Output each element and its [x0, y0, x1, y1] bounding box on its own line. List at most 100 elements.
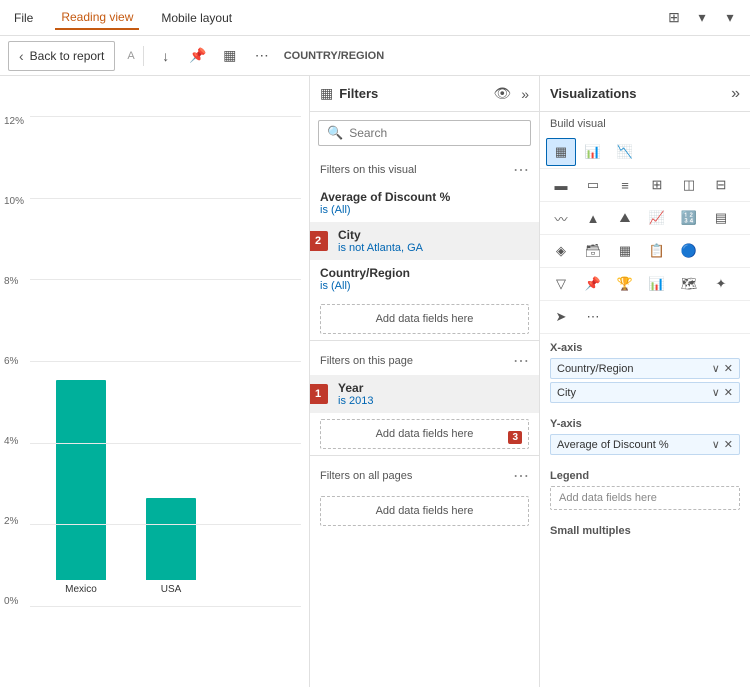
toolbar-more-icon[interactable]: ⋯ [248, 42, 276, 70]
viz-icon-2-6[interactable]: ⊟ [706, 171, 736, 199]
viz-expand-icon[interactable]: » [731, 85, 740, 103]
viz-icon-2-5[interactable]: ◫ [674, 171, 704, 199]
y-axis-labels: 0% 2% 4% 6% 8% 10% 12% [4, 116, 24, 607]
viz-icon-chart3[interactable]: 📉 [610, 138, 640, 166]
page-filters-label: Filters on this page ⋯ [310, 345, 539, 375]
viz-icons-row-5: ▽ 📌 🏆 📊 🗺 ✦ [540, 268, 750, 301]
chart-bars: Mexico USA [56, 84, 301, 619]
y-field-discount: Average of Discount % ∨ ✕ [550, 434, 740, 455]
menu-icon-layout[interactable]: ⊞ [662, 6, 686, 30]
filter-funnel-icon: ▦ [320, 85, 333, 102]
chart-area: 0% 2% 4% 6% 8% 10% 12% Mexico USA [0, 76, 310, 687]
x-field-city-label: City [557, 387, 576, 399]
viz-icon-2-3[interactable]: ≡ [610, 171, 640, 199]
menu-icon-dropdown[interactable]: ▾ [690, 6, 714, 30]
viz-icon-bar[interactable]: 📊 [578, 138, 608, 166]
viz-icon-2-2[interactable]: ▭ [578, 171, 608, 199]
filter-eye-icon[interactable]: 👁 [493, 85, 511, 102]
back-label: Back to report [30, 49, 105, 63]
y-field-discount-remove[interactable]: ✕ [724, 438, 733, 451]
y-label-4: 4% [4, 436, 24, 447]
x-field-city-chevron[interactable]: ∨ [712, 386, 720, 399]
legend-add-field[interactable]: Add data fields here [550, 486, 740, 510]
viz-icon-3-2[interactable]: ▲ [578, 204, 608, 232]
bar-mexico-label: Mexico [65, 584, 97, 595]
bar-usa-rect [146, 498, 196, 580]
filter-city-sub: is not Atlanta, GA [338, 242, 529, 254]
viz-icon-3-5[interactable]: 🔢 [674, 204, 704, 232]
viz-icon-more[interactable]: ⋯ [578, 303, 608, 331]
y-label-10: 10% [4, 196, 24, 207]
viz-icon-3-6[interactable]: ▤ [706, 204, 736, 232]
viz-icon-5-4[interactable]: 📊 [642, 270, 672, 298]
add-all-pages-fields-btn[interactable]: Add data fields here [320, 496, 529, 526]
page-filters-more[interactable]: ⋯ [513, 351, 529, 371]
viz-icon-4-2[interactable]: 🗃 [578, 237, 608, 265]
filters-panel: ▦ Filters 👁 » 🔍 Filters on this visual ⋯… [310, 76, 540, 687]
x-axis-label: X-axis [550, 342, 740, 354]
all-pages-filters-label: Filters on all pages ⋯ [310, 460, 539, 490]
y-label-0: 0% [4, 596, 24, 607]
filter-city-title: City [338, 228, 529, 242]
y-field-discount-chevron[interactable]: ∨ [712, 438, 720, 451]
x-axis-section: X-axis Country/Region ∨ ✕ City ∨ ✕ [540, 334, 750, 410]
toolbar-download-icon[interactable]: ↓ [152, 42, 180, 70]
viz-icon-4-1[interactable]: ◈ [546, 237, 576, 265]
back-to-report-button[interactable]: ‹ Back to report [8, 41, 115, 71]
back-arrow-icon: ‹ [19, 48, 24, 64]
filter-city[interactable]: 2 City is not Atlanta, GA [310, 222, 539, 260]
viz-icon-4-5[interactable]: 🔵 [674, 237, 704, 265]
viz-icon-3-1[interactable]: 〰 [546, 204, 576, 232]
all-pages-more[interactable]: ⋯ [513, 466, 529, 486]
y-label-6: 6% [4, 356, 24, 367]
add-page-fields-btn[interactable]: Add data fields here 3 [320, 419, 529, 449]
add-visual-fields-btn[interactable]: Add data fields here [320, 304, 529, 334]
viz-icon-5-3[interactable]: 🏆 [610, 270, 640, 298]
viz-icon-table[interactable]: ▦ [546, 138, 576, 166]
visual-filters-more[interactable]: ⋯ [513, 160, 529, 180]
small-multiples-label: Small multiples [550, 525, 740, 537]
menu-icon-dropdown2[interactable]: ▾ [718, 6, 742, 30]
filter-discount-sub: is (All) [320, 204, 529, 216]
filter-year[interactable]: 1 Year is 2013 [310, 375, 539, 413]
menu-mobile-layout[interactable]: Mobile layout [155, 7, 238, 29]
viz-icon-5-1[interactable]: ▽ [546, 270, 576, 298]
x-field-country-chevron[interactable]: ∨ [712, 362, 720, 375]
viz-icon-5-5[interactable]: 🗺 [674, 270, 704, 298]
viz-icon-2-4[interactable]: ⊞ [642, 171, 672, 199]
viz-icon-3-3[interactable]: ⛰ [610, 204, 640, 232]
viz-header: Visualizations » [540, 76, 750, 112]
y-axis-label: Y-axis [550, 418, 740, 430]
viz-icon-5-6[interactable]: ✦ [706, 270, 736, 298]
filter-country-visual[interactable]: Country/Region is (All) [310, 260, 539, 298]
filter-expand-icon[interactable]: » [521, 86, 529, 102]
filter-discount[interactable]: Average of Discount % is (All) [310, 184, 539, 222]
toolbar-pin-icon[interactable]: 📌 [184, 42, 212, 70]
y-field-discount-label: Average of Discount % [557, 439, 669, 451]
viz-icon-3-4[interactable]: 📈 [642, 204, 672, 232]
x-field-country: Country/Region ∨ ✕ [550, 358, 740, 379]
menu-reading-view[interactable]: Reading view [55, 6, 139, 30]
visual-filters-text: Filters on this visual [320, 164, 417, 176]
search-input[interactable] [349, 126, 522, 140]
viz-icon-5-2[interactable]: 📌 [578, 270, 608, 298]
y-label-8: 8% [4, 276, 24, 287]
viz-icon-4-4[interactable]: 📋 [642, 237, 672, 265]
filter-country-sub: is (All) [320, 280, 529, 292]
toolbar-filter-icon[interactable]: ▦ [216, 42, 244, 70]
viz-icon-2-1[interactable]: ▬ [546, 171, 576, 199]
build-visual-label: Build visual [540, 112, 750, 136]
viz-icon-4-3[interactable]: ▦ [610, 237, 640, 265]
viz-panel: Visualizations » Build visual ▦ 📊 📉 ▬ ▭ … [540, 76, 750, 687]
filter-year-title: Year [338, 381, 529, 395]
x-field-country-remove[interactable]: ✕ [724, 362, 733, 375]
x-field-city-actions: ∨ ✕ [712, 386, 733, 399]
menu-file[interactable]: File [8, 7, 39, 29]
report-label: A [127, 50, 134, 62]
x-field-city-remove[interactable]: ✕ [724, 386, 733, 399]
menu-bar: File Reading view Mobile layout ⊞ ▾ ▾ [0, 0, 750, 36]
viz-icons-row-3: 〰 ▲ ⛰ 📈 🔢 ▤ [540, 202, 750, 235]
viz-icon-6-1[interactable]: ➤ [546, 303, 576, 331]
divider-2 [310, 455, 539, 456]
divider-1 [310, 340, 539, 341]
